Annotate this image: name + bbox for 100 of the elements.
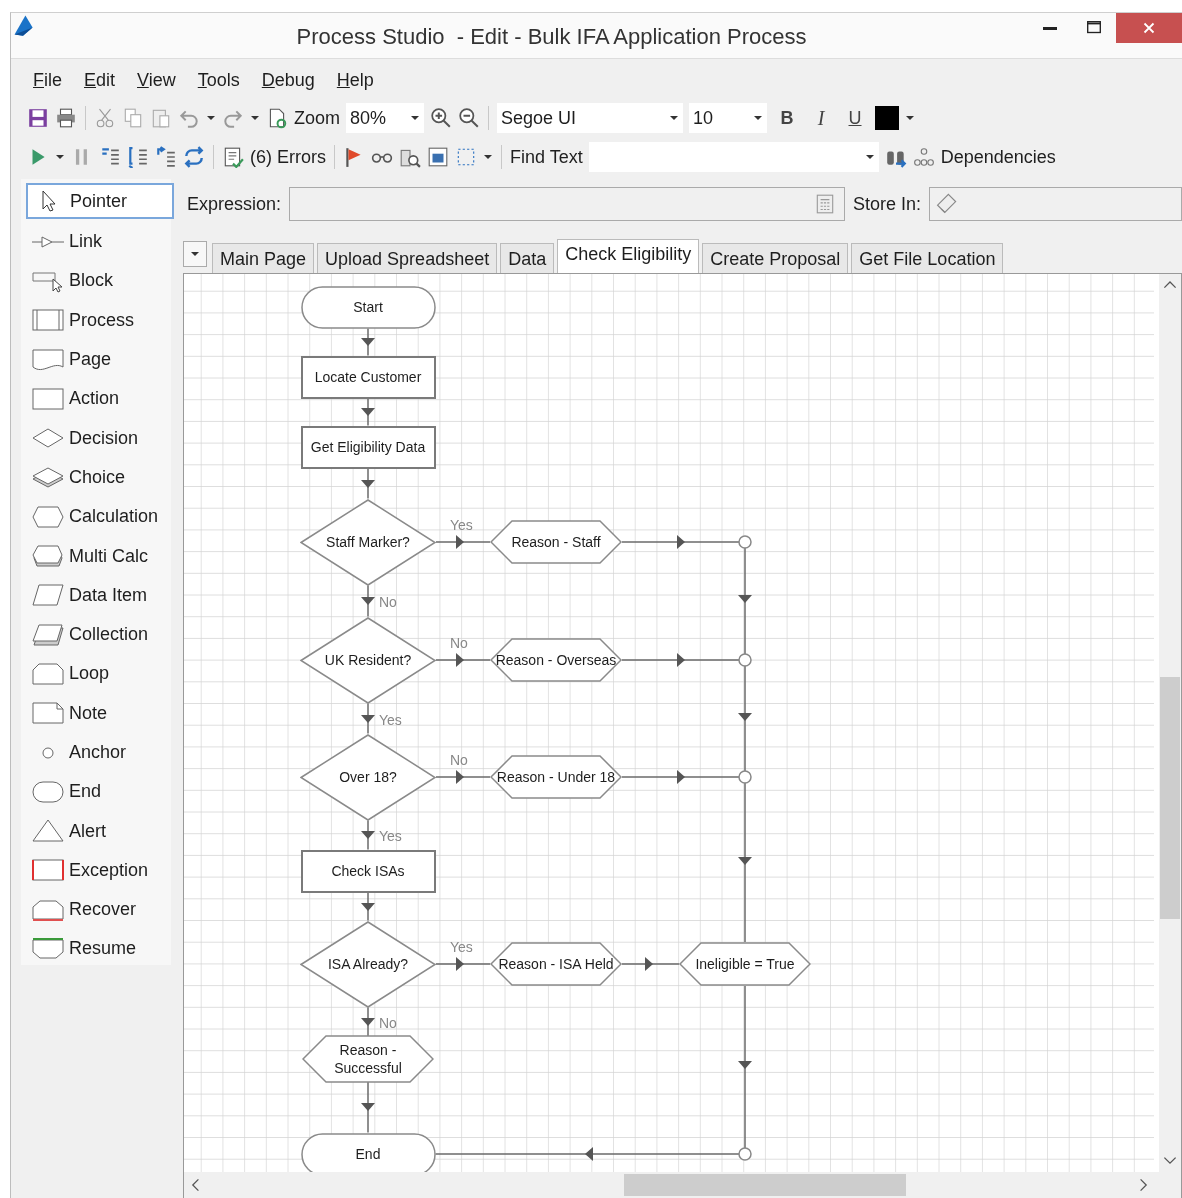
branch-label: Yes: [450, 939, 473, 955]
print-icon[interactable]: [55, 107, 77, 129]
hierarchy-icon: [912, 146, 935, 168]
action-node[interactable]: Locate Customer: [300, 355, 436, 399]
terminator-node[interactable]: End: [300, 1132, 436, 1172]
calculation-node[interactable]: Ineligible = True: [679, 942, 811, 986]
palette-item[interactable]: Block: [26, 261, 174, 301]
page-tab[interactable]: Main Page: [212, 243, 315, 273]
calculation-node[interactable]: Reason - Under 18: [490, 755, 622, 799]
palette-item[interactable]: Data Item: [26, 575, 174, 615]
document-check-icon: [222, 146, 244, 168]
zoom-in-icon[interactable]: [430, 107, 452, 129]
calculation-shape-icon: [31, 503, 65, 530]
loop-arrows-icon[interactable]: [183, 146, 205, 168]
caret-icon[interactable]: [55, 152, 65, 162]
find-text-field[interactable]: [588, 142, 879, 172]
store-in-field[interactable]: [929, 187, 1182, 221]
menu-item[interactable]: File: [23, 66, 72, 94]
page-tab[interactable]: Data: [500, 243, 555, 273]
expression-field[interactable]: [289, 187, 846, 221]
caret-icon[interactable]: [864, 152, 875, 162]
caret-icon[interactable]: [206, 113, 216, 123]
window-icon[interactable]: [427, 146, 449, 168]
calculation-node[interactable]: Reason - Successful: [302, 1035, 434, 1083]
dependencies-button[interactable]: Dependencies: [912, 146, 1056, 168]
font-size-dropdown[interactable]: 10: [689, 103, 767, 133]
menu-item[interactable]: View: [127, 66, 186, 94]
process-shape-icon: [31, 307, 65, 334]
palette-item[interactable]: Loop: [26, 654, 174, 694]
palette-item[interactable]: Exception: [26, 850, 174, 891]
selection-icon[interactable]: [455, 146, 477, 168]
palette-item[interactable]: Pointer: [26, 183, 174, 219]
palette-item[interactable]: Note: [26, 693, 174, 733]
terminator-node[interactable]: Start: [300, 285, 436, 329]
junction-node: [738, 1147, 752, 1161]
font-dropdown[interactable]: Segoe UI: [497, 103, 683, 133]
zoom-out-icon[interactable]: [458, 107, 480, 129]
menu-item[interactable]: Tools: [187, 66, 250, 94]
palette-item[interactable]: Process: [26, 300, 174, 340]
decision-node[interactable]: ISA Already?: [300, 920, 436, 1008]
scrollbar-thumb[interactable]: [624, 1174, 906, 1196]
italic-button[interactable]: I: [807, 106, 835, 130]
find-text-label: Find Text: [510, 146, 583, 168]
save-icon[interactable]: [27, 107, 49, 129]
zoom-dropdown[interactable]: 80%: [346, 103, 424, 133]
page-tab[interactable]: Check Eligibility: [557, 239, 700, 273]
palette-item[interactable]: Calculation: [26, 497, 174, 537]
calculation-node[interactable]: Reason - Overseas: [490, 638, 622, 682]
pointer-icon: [41, 190, 57, 212]
palette-item[interactable]: Page: [26, 339, 174, 380]
flow-arrow: [361, 467, 375, 500]
decision-node[interactable]: Over 18?: [300, 733, 436, 821]
underline-button[interactable]: U: [841, 107, 869, 129]
palette-item[interactable]: Collection: [26, 614, 174, 655]
palette-item[interactable]: Resume: [26, 929, 174, 969]
expression-label: Expression:: [187, 193, 282, 215]
palette-item[interactable]: Alert: [26, 811, 174, 851]
page-tab[interactable]: Get File Location: [851, 243, 1004, 273]
caret-icon[interactable]: [410, 113, 420, 123]
palette-item[interactable]: End: [26, 772, 174, 812]
errors-button[interactable]: (6) Errors: [222, 146, 326, 168]
action-shape-icon: [31, 385, 65, 412]
page-tab[interactable]: Create Proposal: [702, 243, 849, 273]
close-button[interactable]: [1116, 13, 1182, 43]
flow-arrow: [435, 770, 491, 784]
calculation-node[interactable]: Reason - Staff: [490, 520, 622, 564]
menu-item[interactable]: Debug: [251, 66, 325, 94]
step-over-icon[interactable]: [127, 146, 149, 168]
caret-icon[interactable]: [483, 152, 493, 162]
palette-item[interactable]: Link: [26, 222, 174, 262]
action-node[interactable]: Check ISAs: [300, 849, 436, 893]
page-tab[interactable]: Upload Spreadsheet: [317, 243, 498, 273]
calculation-node[interactable]: Reason - ISA Held: [490, 942, 622, 986]
palette-item[interactable]: Action: [26, 379, 174, 419]
palette-item[interactable]: Decision: [26, 418, 174, 458]
decision-node[interactable]: UK Resident?: [300, 616, 436, 704]
junction-node: [738, 770, 752, 784]
menu-item[interactable]: Edit: [74, 66, 126, 94]
zoom-label: Zoom: [294, 107, 340, 129]
caret-icon[interactable]: [190, 249, 200, 259]
text-color-button[interactable]: [875, 106, 899, 130]
caret-icon[interactable]: [669, 113, 679, 123]
menu-item[interactable]: Help: [326, 66, 384, 94]
exception-shape-icon: [31, 857, 65, 884]
caret-icon[interactable]: [250, 113, 260, 123]
step-out-icon[interactable]: [155, 146, 177, 168]
resume-shape-icon: [31, 936, 65, 962]
palette-item[interactable]: Multi Calc: [26, 536, 174, 576]
action-node[interactable]: Get Eligibility Data: [300, 425, 436, 469]
caret-icon[interactable]: [753, 113, 763, 123]
flow-arrow: [361, 1006, 375, 1038]
branch-label: Yes: [379, 712, 402, 728]
palette-item[interactable]: Recover: [26, 890, 174, 930]
loop-shape-icon: [31, 660, 65, 687]
palette-item[interactable]: Anchor: [26, 732, 174, 773]
caret-icon[interactable]: [905, 113, 915, 123]
palette-item[interactable]: Choice: [26, 457, 174, 498]
scrollbar-thumb[interactable]: [1160, 677, 1180, 919]
decision-node[interactable]: Staff Marker?: [300, 498, 436, 586]
bold-button[interactable]: B: [773, 107, 801, 129]
